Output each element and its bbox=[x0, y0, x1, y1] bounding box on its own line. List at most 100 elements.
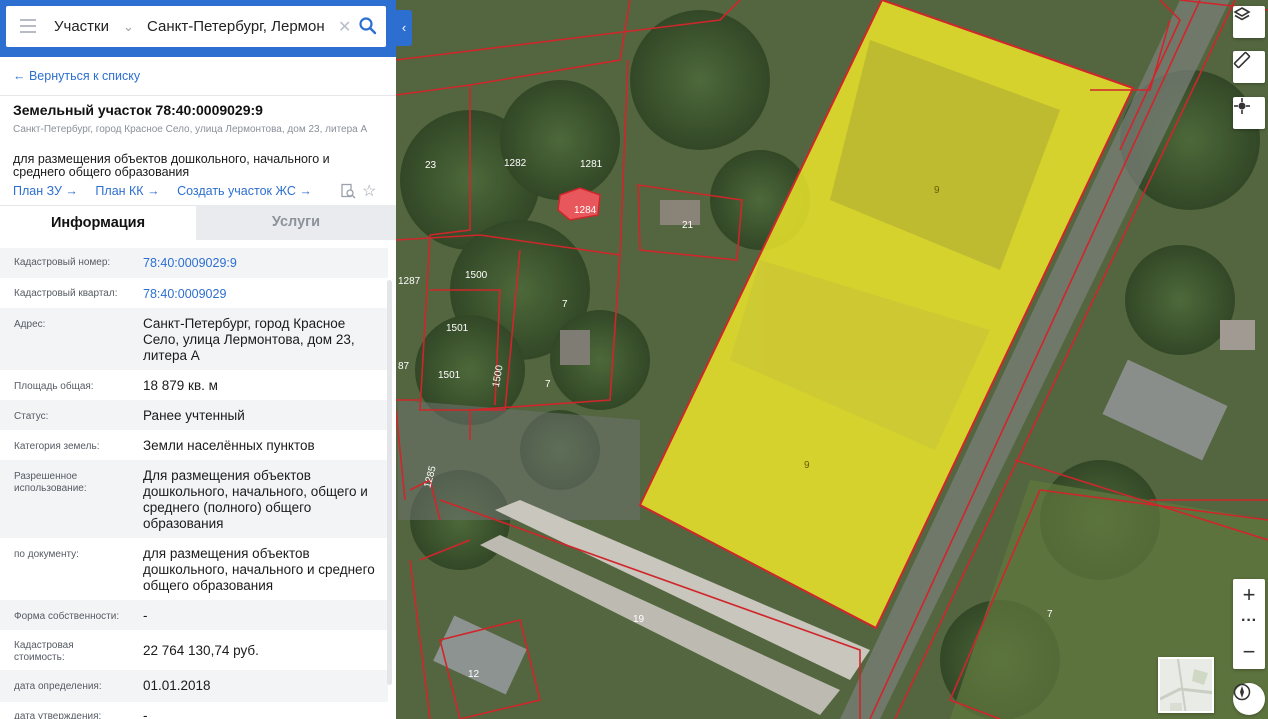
layers-button[interactable] bbox=[1233, 6, 1265, 38]
house bbox=[560, 330, 590, 365]
map-label-1501-a: 1501 bbox=[446, 323, 469, 334]
row-label: Разрешенное использование: bbox=[14, 471, 87, 494]
map-label-1282: 1282 bbox=[504, 158, 527, 169]
layers-icon bbox=[1233, 7, 1251, 21]
document-search-icon[interactable] bbox=[340, 183, 356, 199]
menu-icon[interactable] bbox=[20, 19, 36, 33]
row-value: - bbox=[143, 608, 148, 623]
map-label-9-top: 9 bbox=[934, 185, 940, 196]
row-value: 01.01.2018 bbox=[143, 678, 211, 693]
info-row-status: Статус: Ранее учтенный bbox=[0, 400, 388, 430]
info-row-address: Адрес: Санкт-Петербург, город Красное Се… bbox=[0, 308, 388, 370]
divider bbox=[0, 95, 396, 96]
info-row-category: Категория земель: Земли населённых пункт… bbox=[0, 430, 388, 460]
tab-services[interactable]: Услуги bbox=[196, 205, 396, 240]
row-value: Земли населённых пунктов bbox=[143, 438, 315, 453]
parcel-purpose: для размещения объектов дошкольного, нач… bbox=[13, 152, 330, 179]
info-row-determination-date: дата определения: 01.01.2018 bbox=[0, 670, 388, 702]
map-label-21: 21 bbox=[682, 220, 694, 231]
map-label-7-a: 7 bbox=[562, 299, 568, 310]
row-value: - bbox=[143, 708, 148, 719]
row-label: Кадастровый квартал: bbox=[14, 288, 118, 299]
map-label-9-bottom: 9 bbox=[804, 460, 810, 471]
minimap[interactable] bbox=[1158, 657, 1214, 713]
plus-icon: + bbox=[1242, 582, 1256, 607]
map-label-1500-top: 1500 bbox=[465, 270, 488, 281]
row-label: Категория земель: bbox=[14, 441, 100, 452]
info-row-area: Площадь общая: 18 879 кв. м bbox=[0, 370, 388, 400]
row-value: для размещения объектов дошкольного, нач… bbox=[143, 546, 375, 593]
map-label-1501-b: 1501 bbox=[438, 370, 461, 381]
map-label-23: 23 bbox=[425, 160, 437, 171]
map-label-12: 12 bbox=[468, 669, 480, 680]
cadastral-quarter-link[interactable]: 78:40:0009029 bbox=[143, 286, 378, 302]
crosshair-icon bbox=[1234, 98, 1250, 114]
search-type-select[interactable]: Участки bbox=[54, 6, 109, 47]
search-input[interactable] bbox=[147, 6, 337, 47]
close-icon[interactable]: ✕ bbox=[338, 17, 351, 37]
row-value: 22 764 130,74 руб. bbox=[143, 643, 259, 658]
ruler-icon bbox=[1233, 51, 1251, 69]
row-value: 18 879 кв. м bbox=[143, 378, 218, 393]
info-row-permitted-use: Разрешенное использование: Для размещени… bbox=[0, 460, 388, 538]
row-label: Статус: bbox=[14, 411, 49, 422]
search-bar: Участки ⌄ ✕ bbox=[0, 0, 396, 57]
compass-button[interactable] bbox=[1233, 683, 1265, 715]
zoom-controls: + ··· − bbox=[1233, 579, 1265, 669]
chevron-left-icon: ‹ bbox=[401, 20, 407, 35]
chevron-down-icon[interactable]: ⌄ bbox=[123, 19, 134, 35]
zoom-out-button[interactable]: − bbox=[1233, 637, 1265, 667]
search-icon[interactable] bbox=[358, 16, 378, 36]
tab-bar: Информация Услуги bbox=[0, 205, 396, 240]
row-label: Кадастровая стоимость: bbox=[14, 640, 74, 663]
row-label: дата определения: bbox=[14, 681, 102, 692]
row-value: Для размещения объектов дошкольного, нач… bbox=[143, 468, 368, 531]
info-row-by-document: по документу: для размещения объектов до… bbox=[0, 538, 388, 600]
locate-button[interactable] bbox=[1233, 97, 1265, 129]
info-row-ownership: Форма собственности: - bbox=[0, 600, 388, 630]
plan-zu-link[interactable]: План ЗУ → bbox=[13, 184, 78, 198]
house bbox=[660, 200, 700, 225]
plan-kk-link[interactable]: План КК → bbox=[95, 184, 159, 198]
row-label: по документу: bbox=[14, 549, 79, 560]
zoom-in-button[interactable]: + bbox=[1233, 580, 1265, 610]
more-icon: ··· bbox=[1241, 612, 1257, 629]
side-panel: Участки ⌄ ✕ ← Вернуться к списку Земельн… bbox=[0, 0, 396, 719]
row-label: Площадь общая: bbox=[14, 381, 94, 392]
info-row-cadastral-quarter: Кадастровый квартал: 78:40:0009029 bbox=[0, 278, 388, 308]
map-label-19: 19 bbox=[633, 614, 645, 625]
minus-icon: − bbox=[1242, 639, 1256, 664]
map-label-87: 87 bbox=[398, 361, 410, 372]
map-label-7-c: 7 bbox=[1047, 609, 1053, 620]
parcel-address: Санкт-Петербург, город Красное Село, ули… bbox=[13, 124, 368, 135]
cadastral-number-link[interactable]: 78:40:0009029:9 bbox=[143, 255, 378, 271]
star-icon[interactable]: ☆ bbox=[362, 181, 376, 201]
action-links: План ЗУ → План КК → Создать участок ЖС → bbox=[13, 184, 326, 198]
info-table: Кадастровый номер: 78:40:0009029:9 Кадас… bbox=[0, 240, 388, 719]
back-to-list-link[interactable]: ← Вернуться к списку bbox=[13, 69, 140, 83]
row-label: Форма собственности: bbox=[14, 611, 120, 622]
map-label-1281: 1281 bbox=[580, 159, 603, 170]
minimap-preview bbox=[1160, 659, 1212, 711]
compass-icon bbox=[1233, 683, 1251, 701]
info-row-approval-date: дата утверждения: - bbox=[0, 702, 388, 719]
map-label-1284: 1284 bbox=[574, 205, 597, 216]
row-label: дата утверждения: bbox=[14, 711, 102, 719]
house bbox=[1220, 320, 1255, 350]
map-label-1287: 1287 bbox=[398, 276, 421, 287]
scrollbar[interactable] bbox=[387, 280, 392, 685]
row-value: Санкт-Петербург, город Красное Село, ули… bbox=[143, 316, 355, 363]
page-title: Земельный участок 78:40:0009029:9 bbox=[13, 102, 263, 118]
ruler-button[interactable] bbox=[1233, 51, 1265, 83]
row-label: Адрес: bbox=[14, 319, 46, 330]
info-row-cadastral-number: Кадастровый номер: 78:40:0009029:9 bbox=[0, 248, 388, 278]
collapse-panel-button[interactable]: ‹ bbox=[396, 10, 412, 46]
row-label: Кадастровый номер: bbox=[14, 257, 111, 268]
map-label-7-b: 7 bbox=[545, 379, 551, 390]
info-row-cadastral-value: Кадастровая стоимость: 22 764 130,74 руб… bbox=[0, 630, 388, 670]
row-value: Ранее учтенный bbox=[143, 408, 245, 423]
tab-information[interactable]: Информация bbox=[0, 205, 196, 240]
search-box: Участки ⌄ ✕ bbox=[6, 6, 386, 47]
more-button[interactable]: ··· bbox=[1233, 608, 1265, 638]
create-parcel-link[interactable]: Создать участок ЖС → bbox=[177, 184, 312, 198]
